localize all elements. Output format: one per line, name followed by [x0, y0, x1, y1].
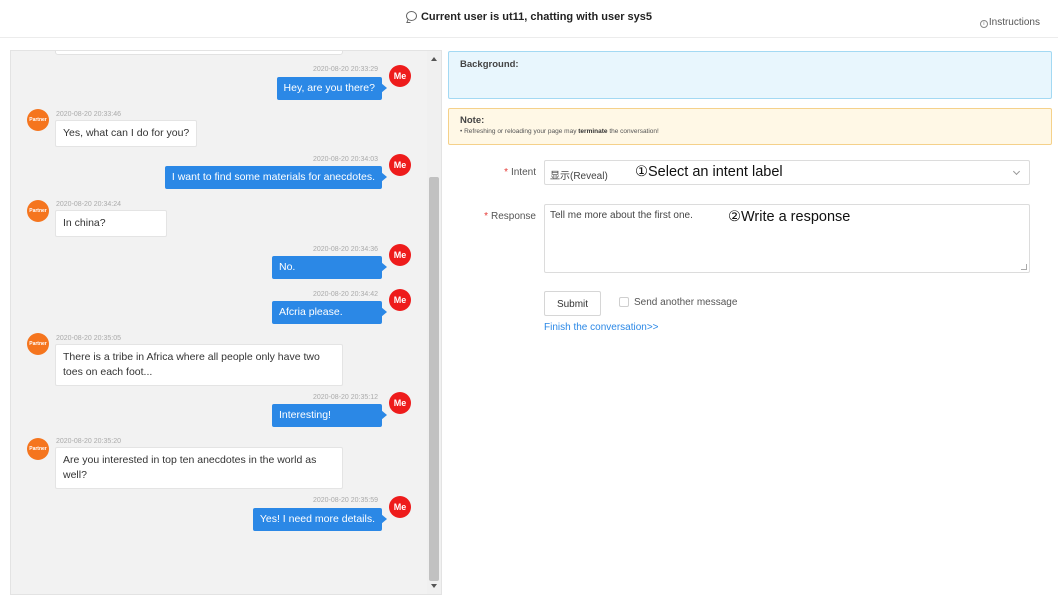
intent-label-text: Intent	[510, 167, 536, 178]
my-message-bubble: Hey, are you there?	[276, 77, 388, 100]
partner-message-bubble: In china?	[55, 210, 167, 237]
response-label: * Response	[456, 211, 536, 222]
header-bar: Current user is ut11, chatting with user…	[0, 0, 1058, 38]
partner-message-bubble: There is a tribe in Africa where all peo…	[55, 344, 343, 386]
partner-message-bubble: Yes, what can I do for you?	[55, 120, 198, 147]
my-avatar: Me	[389, 244, 411, 266]
scroll-down-arrow-icon[interactable]	[431, 584, 437, 588]
my-message-bubble: No.	[272, 256, 387, 279]
message-timestamp: 2020-08-20 20:35:59	[313, 497, 378, 504]
note-text-prefix: • Refreshing or reloading your page may	[460, 128, 579, 135]
message-timestamp: 2020-08-20 20:34:42	[313, 291, 378, 298]
message-timestamp: 2020-08-20 20:35:12	[313, 394, 378, 401]
note-text-emphasis: terminate	[578, 128, 608, 135]
instructions-label: Instructions	[988, 17, 1040, 28]
background-label: Background:	[460, 59, 519, 70]
partner-avatar: Partner	[27, 438, 49, 460]
response-label-text: Response	[490, 211, 536, 222]
required-mark: *	[484, 211, 488, 222]
finish-conversation-link[interactable]: Finish the conversation>>	[544, 322, 659, 333]
partner-avatar: Partner	[27, 200, 49, 222]
chat-scrollbar[interactable]	[427, 51, 441, 594]
my-avatar: Me	[389, 392, 411, 414]
message-timestamp: 2020-08-20 20:34:24	[56, 201, 121, 208]
message-timestamp: 2020-08-20 20:35:05	[56, 335, 121, 342]
note-text-suffix: the conversation!	[607, 128, 659, 135]
my-avatar: Me	[389, 496, 411, 518]
instructions-link[interactable]: i Instructions	[979, 17, 1040, 28]
my-avatar: Me	[389, 154, 411, 176]
response-annotation: ②Write a response	[728, 209, 851, 225]
submit-button[interactable]: Submit	[544, 291, 601, 316]
resize-grip-icon[interactable]	[1021, 264, 1027, 270]
partner-message-bubble: Are you interested in top ten anecdotes …	[55, 447, 343, 489]
chat-history-panel[interactable]: 2020-08-20 20:33:29 Hey, are you there? …	[10, 50, 442, 595]
my-message-bubble: Interesting!	[272, 404, 387, 427]
note-panel: Note: • Refreshing or reloading your pag…	[448, 108, 1052, 145]
my-avatar: Me	[389, 289, 411, 311]
intent-label: * Intent	[456, 167, 536, 178]
note-text: • Refreshing or reloading your page may …	[460, 128, 659, 135]
scrollbar-thumb[interactable]	[429, 177, 439, 581]
message-timestamp: 2020-08-20 20:34:03	[313, 156, 378, 163]
scroll-up-arrow-icon[interactable]	[431, 57, 437, 61]
info-icon: i	[979, 20, 988, 28]
chat-bubble-icon	[405, 11, 417, 21]
required-mark: *	[504, 167, 508, 178]
message-timestamp: 2020-08-20 20:33:29	[313, 66, 378, 73]
my-message-bubble: Yes! I need more details.	[252, 508, 388, 531]
page-title: Current user is ut11, chatting with user…	[0, 11, 1058, 23]
my-message-bubble: I want to find some materials for anecdo…	[164, 166, 388, 189]
note-label: Note:	[460, 115, 485, 126]
intent-annotation: ①Select an intent label	[635, 164, 783, 180]
my-avatar: Me	[389, 65, 411, 87]
intent-select-value: 显示(Reveal)	[550, 171, 608, 182]
background-panel: Background:	[448, 51, 1052, 99]
partial-message-bubble	[55, 51, 343, 55]
message-timestamp: 2020-08-20 20:34:36	[313, 246, 378, 253]
message-timestamp: 2020-08-20 20:33:46	[56, 111, 121, 118]
response-text-value: Tell me more about the first one.	[550, 210, 693, 221]
send-another-label[interactable]: Send another message	[634, 297, 737, 308]
my-message-bubble: Afcria please.	[272, 301, 387, 324]
send-another-checkbox[interactable]	[619, 297, 629, 307]
intent-select[interactable]: 显示(Reveal)	[544, 160, 1030, 185]
partner-avatar: Partner	[27, 333, 49, 355]
chevron-down-icon	[1012, 167, 1021, 176]
page-title-text: Current user is ut11, chatting with user…	[420, 11, 653, 23]
partner-avatar: Partner	[27, 109, 49, 131]
message-timestamp: 2020-08-20 20:35:20	[56, 438, 121, 445]
